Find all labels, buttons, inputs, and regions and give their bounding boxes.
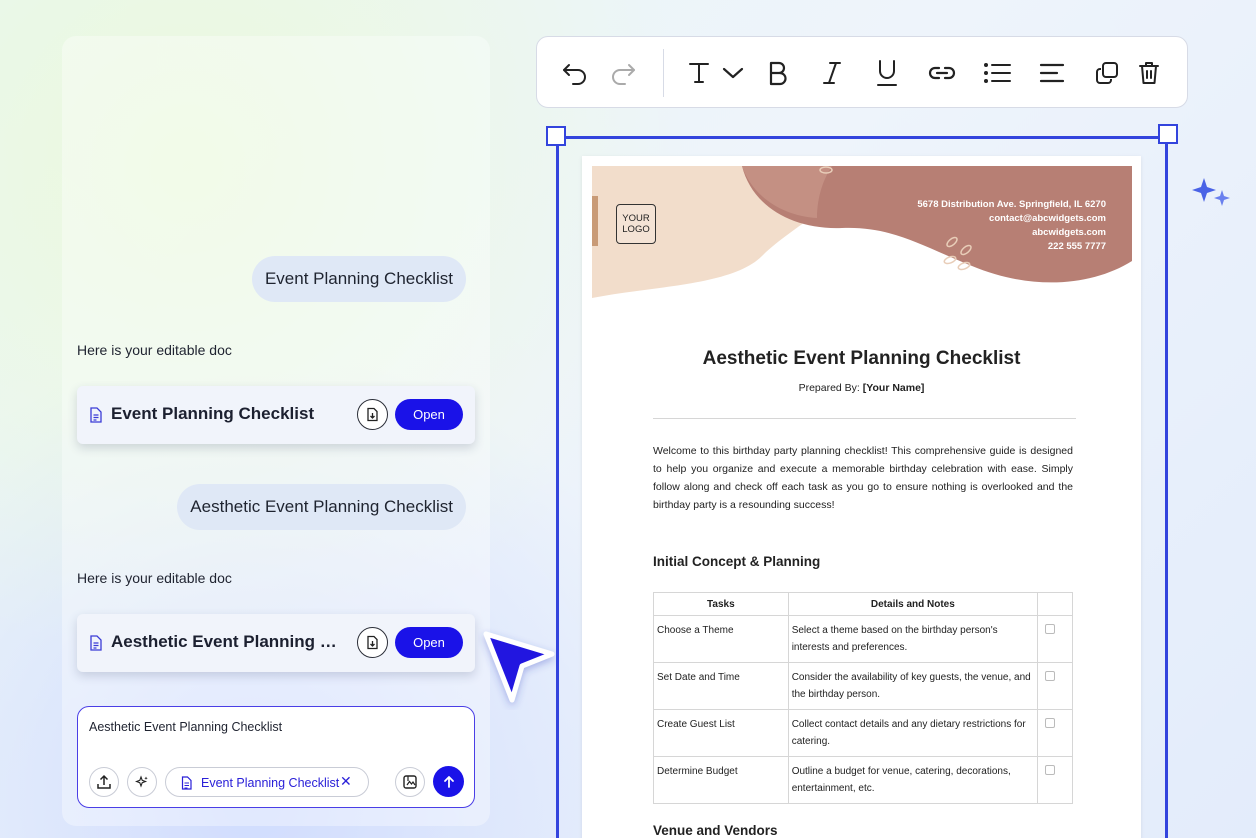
chat-input-text[interactable]: Aesthetic Event Planning Checklist	[89, 720, 282, 734]
attachment-chip-label: Event Planning Checklist	[201, 776, 340, 790]
logo-text: LOGO	[622, 224, 650, 235]
contact-phone: 222 555 7777	[1047, 241, 1106, 252]
checkbox[interactable]	[1045, 718, 1056, 728]
table-header-row: Tasks Details and Notes	[653, 592, 1073, 616]
template-icon	[403, 775, 417, 789]
user-message: Aesthetic Event Planning Checklist	[177, 484, 466, 530]
chevron-down-icon[interactable]	[719, 59, 747, 87]
contact-email: contact@abcwidgets.com	[989, 213, 1106, 224]
document-icon	[90, 407, 102, 423]
upload-icon	[97, 774, 111, 789]
format-toolbar	[536, 36, 1188, 108]
checkbox[interactable]	[1045, 624, 1056, 634]
remove-attachment-icon[interactable]: ✕	[340, 773, 352, 790]
column-header	[1037, 592, 1073, 616]
text-style-icon[interactable]	[685, 59, 713, 87]
details-cell: Select a theme based on the birthday per…	[787, 615, 1039, 663]
doc-card[interactable]: Aesthetic Event Planning Checklist Open	[77, 614, 475, 672]
divider	[653, 418, 1076, 419]
document-title: Aesthetic Event Planning Checklist	[702, 348, 1021, 369]
task-cell: Determine Budget	[653, 756, 789, 804]
checkbox[interactable]	[1045, 765, 1056, 775]
details-cell: Consider the availability of key guests,…	[787, 662, 1039, 710]
column-header: Tasks	[653, 592, 789, 616]
user-message: Event Planning Checklist	[251, 256, 466, 302]
prepared-by-value: [Your Name]	[862, 382, 925, 394]
download-button[interactable]	[357, 399, 388, 430]
sparkle-icon	[135, 775, 148, 788]
details-cell: Collect contact details and any dietary …	[787, 709, 1039, 757]
resize-handle-top-right[interactable]	[1158, 124, 1178, 144]
section-heading: Initial Concept & Planning	[653, 554, 821, 569]
doc-card[interactable]: Event Planning Checklist Open	[77, 386, 475, 444]
checkbox-cell[interactable]	[1037, 662, 1073, 710]
template-button[interactable]	[395, 767, 425, 797]
checkbox-cell[interactable]	[1037, 709, 1073, 757]
table-row: Create Guest List Collect contact detail…	[653, 709, 1073, 757]
contact-address: 5678 Distribution Ave. Springfield, IL 6…	[917, 199, 1106, 210]
italic-icon[interactable]	[818, 59, 846, 87]
doc-card-title: Event Planning Checklist	[111, 404, 315, 423]
toolbar-divider	[663, 49, 664, 97]
section-heading: Venue and Vendors	[653, 823, 778, 838]
details-cell: Outline a budget for venue, catering, de…	[787, 756, 1039, 804]
prepared-by-label: Prepared By:	[798, 382, 860, 394]
sparkle-icon	[1192, 178, 1230, 206]
delete-icon[interactable]	[1135, 59, 1163, 87]
header-banner: YOUR LOGO 5678 Distribution Ave. Springf…	[592, 166, 1132, 308]
align-left-icon[interactable]	[1038, 59, 1066, 87]
assistant-message: Here is your editable doc	[77, 342, 232, 358]
open-button[interactable]: Open	[395, 627, 463, 658]
intro-paragraph: Welcome to this birthday party planning …	[653, 445, 1073, 511]
doc-card-title: Aesthetic Event Planning Checklist	[111, 632, 343, 651]
task-cell: Choose a Theme	[653, 615, 789, 663]
link-icon[interactable]	[928, 59, 956, 87]
redo-icon[interactable]	[609, 59, 637, 87]
document-page[interactable]: YOUR LOGO 5678 Distribution Ave. Springf…	[582, 156, 1141, 838]
checkbox-cell[interactable]	[1037, 615, 1073, 663]
table-row: Choose a Theme Select a theme based on t…	[653, 615, 1073, 663]
ai-enhance-button[interactable]	[127, 767, 157, 797]
task-cell: Set Date and Time	[653, 662, 789, 710]
send-button[interactable]	[433, 766, 464, 797]
checkbox-cell[interactable]	[1037, 756, 1073, 804]
upload-button[interactable]	[89, 767, 119, 797]
logo-placeholder: YOUR LOGO	[616, 204, 656, 244]
chat-input[interactable]: Aesthetic Event Planning Checklist Event…	[77, 706, 475, 808]
open-button[interactable]: Open	[395, 399, 463, 430]
download-button[interactable]	[357, 627, 388, 658]
assistant-message: Here is your editable doc	[77, 570, 232, 586]
table-row: Set Date and Time Consider the availabil…	[653, 662, 1073, 710]
arrow-up-icon	[443, 775, 454, 788]
contact-info: 5678 Distribution Ave. Springfield, IL 6…	[917, 198, 1106, 254]
cursor-pointer-icon	[483, 631, 555, 703]
column-header: Details and Notes	[787, 592, 1039, 616]
document-icon	[90, 635, 102, 651]
checkbox[interactable]	[1045, 671, 1056, 681]
checklist-table: Tasks Details and Notes Choose a Theme S…	[653, 592, 1073, 804]
resize-handle-top-left[interactable]	[546, 126, 566, 146]
bullet-list-icon[interactable]	[983, 59, 1011, 87]
prepared-by: Prepared By: [Your Name]	[582, 382, 1141, 394]
duplicate-icon[interactable]	[1093, 59, 1121, 87]
task-cell: Create Guest List	[653, 709, 789, 757]
table-row: Determine Budget Outline a budget for ve…	[653, 756, 1073, 804]
undo-icon[interactable]	[561, 59, 589, 87]
download-icon	[367, 635, 378, 650]
contact-website: abcwidgets.com	[1032, 227, 1106, 238]
logo-text: YOUR	[622, 213, 650, 224]
bold-icon[interactable]	[764, 59, 792, 87]
underline-icon[interactable]	[873, 59, 901, 87]
download-icon	[367, 407, 378, 422]
chat-panel: Event Planning Checklist Here is your ed…	[62, 36, 490, 826]
document-icon	[181, 776, 192, 790]
attachment-chip[interactable]: Event Planning Checklist ✕	[165, 767, 369, 797]
